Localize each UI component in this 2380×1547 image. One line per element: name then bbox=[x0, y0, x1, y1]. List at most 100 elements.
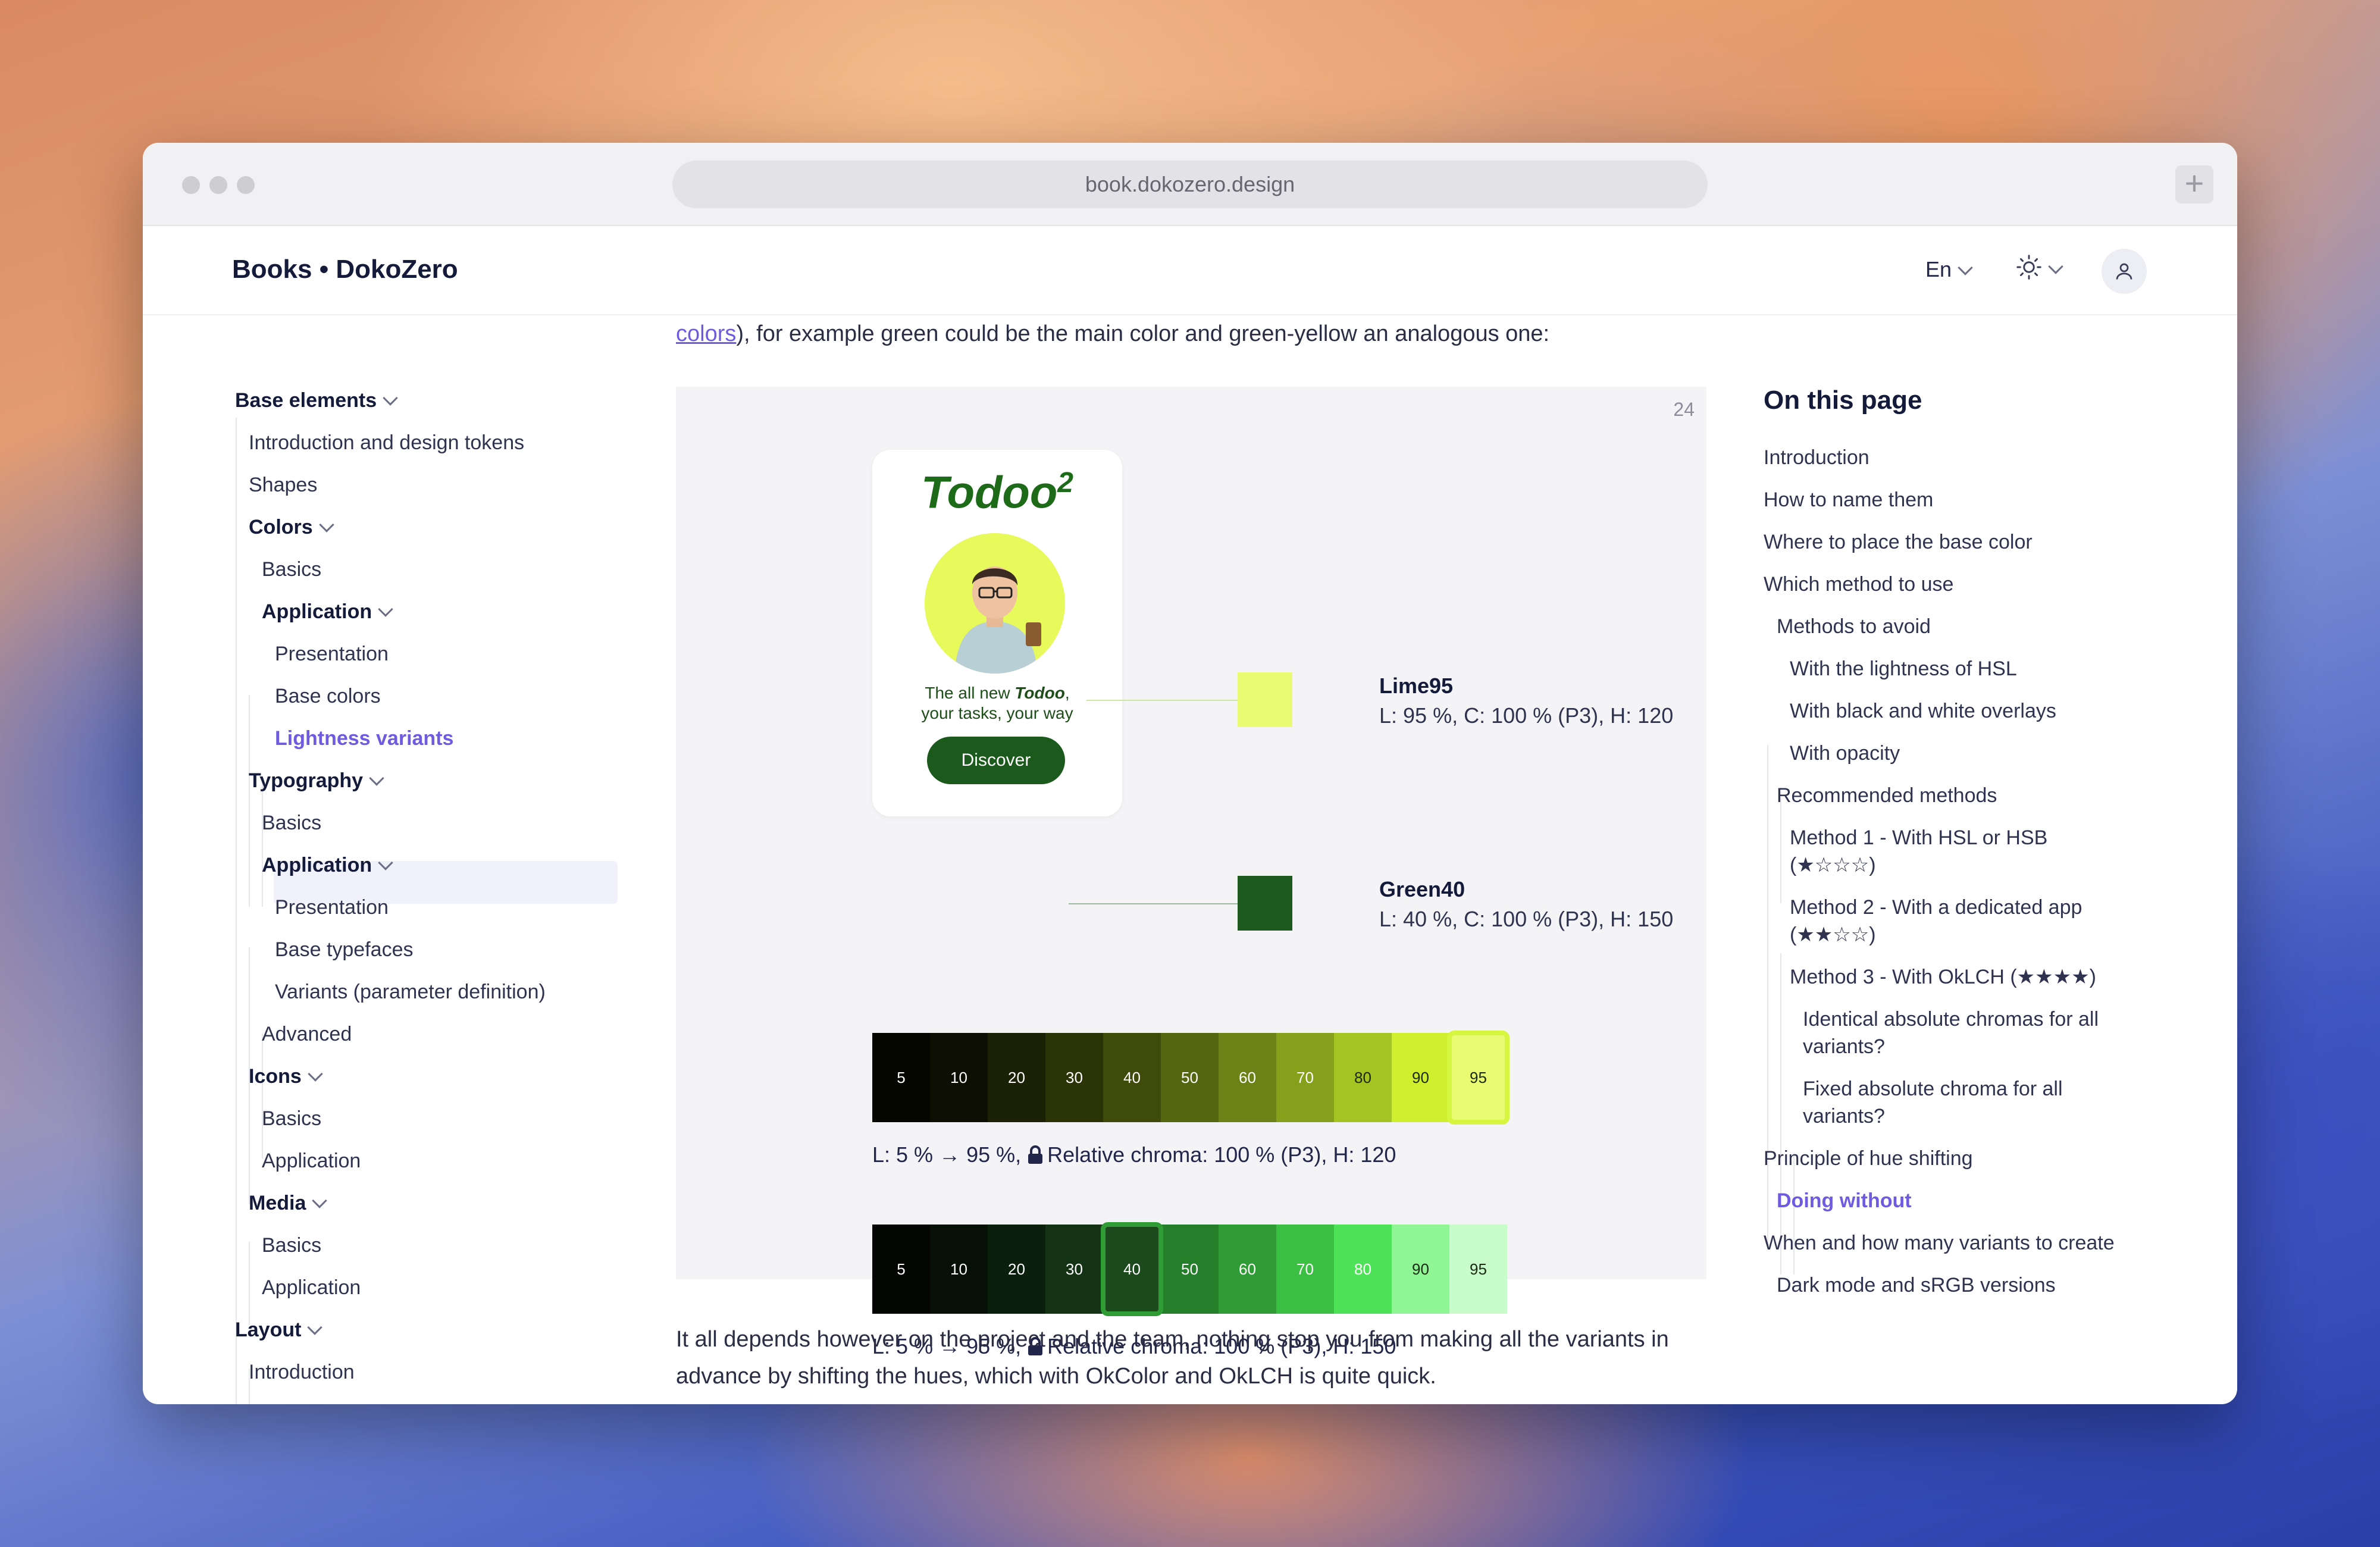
sidebar-item-colors-presentation[interactable]: Presentation bbox=[275, 643, 389, 666]
site-header: Books • DokoZero En bbox=[143, 226, 2237, 315]
sidebar-item-lightness-variants[interactable]: Lightness variants bbox=[275, 727, 453, 750]
sidebar-item-typo-presentation[interactable]: Presentation bbox=[275, 896, 389, 919]
sidebar-item-icons-application[interactable]: Application bbox=[262, 1150, 361, 1173]
app-title-text: Todoo bbox=[920, 467, 1058, 518]
lock-icon bbox=[1028, 1145, 1043, 1164]
scale-step-5: 5 bbox=[872, 1033, 930, 1122]
sidebar-item-shapes[interactable]: Shapes bbox=[249, 474, 317, 497]
sidebar-guide-line bbox=[249, 1242, 250, 1325]
sidebar-item-label: Media bbox=[249, 1192, 306, 1214]
sidebar-item-media-basics[interactable]: Basics bbox=[262, 1234, 321, 1257]
chevron-down-icon bbox=[307, 1320, 323, 1335]
tagline-brand: Todoo bbox=[1014, 684, 1065, 702]
sidebar-item-colors-basics[interactable]: Basics bbox=[262, 558, 321, 581]
sidebar-item-typo-application[interactable]: Application bbox=[262, 854, 393, 877]
intro-text: ), for example green could be the main c… bbox=[736, 321, 1550, 346]
sidebar-item-media[interactable]: Media bbox=[249, 1192, 328, 1215]
sidebar-item-icons-basics[interactable]: Basics bbox=[262, 1107, 321, 1130]
toc-item[interactable]: Method 3 - With OkLCH (★★★★) bbox=[1790, 963, 2096, 991]
toc-item[interactable]: Introduction bbox=[1764, 444, 1869, 471]
scale-step-30: 30 bbox=[1045, 1033, 1103, 1122]
sidebar-item-typo-basics[interactable]: Basics bbox=[262, 812, 321, 835]
sidebar-item-layout[interactable]: Layout bbox=[235, 1319, 323, 1342]
chevron-down-icon bbox=[308, 1066, 323, 1082]
figure-number: 24 bbox=[1673, 399, 1695, 420]
toc-item[interactable]: Principle of hue shifting bbox=[1764, 1145, 1973, 1172]
sidebar-item-icons[interactable]: Icons bbox=[249, 1065, 323, 1088]
window-minimize-button[interactable] bbox=[209, 176, 227, 194]
scale-step-20: 20 bbox=[988, 1225, 1045, 1314]
scale-step-95: 95 bbox=[1447, 1031, 1510, 1125]
chevron-down-icon bbox=[378, 602, 393, 617]
scale-step-95: 95 bbox=[1449, 1225, 1507, 1314]
toc-item[interactable]: Method 1 - With HSL or HSB (★☆☆☆) bbox=[1790, 824, 2123, 879]
discover-button[interactable]: Discover bbox=[927, 737, 1065, 784]
caption-range: L: 5 % → 95 %, bbox=[872, 1142, 1028, 1167]
new-tab-button[interactable]: + bbox=[2175, 165, 2213, 203]
toc-title: On this page bbox=[1764, 386, 1922, 415]
scale-step-5: 5 bbox=[872, 1225, 930, 1314]
site-brand[interactable]: Books • DokoZero bbox=[232, 255, 458, 284]
toc-item[interactable]: How to name them bbox=[1764, 486, 1933, 513]
tagline-part: your tasks, your way bbox=[921, 704, 1073, 722]
sun-icon bbox=[2016, 255, 2041, 280]
scale-step-70: 70 bbox=[1276, 1033, 1334, 1122]
account-button[interactable] bbox=[2102, 249, 2147, 294]
sidebar-item-typo-variants[interactable]: Variants (parameter definition) bbox=[275, 981, 546, 1004]
toc-item[interactable]: Which method to use bbox=[1764, 571, 1953, 598]
scale-step-50: 50 bbox=[1161, 1033, 1219, 1122]
scale-step-90: 90 bbox=[1392, 1033, 1449, 1122]
toc-item[interactable]: Doing without bbox=[1777, 1187, 1912, 1214]
toc-item[interactable]: With the lightness of HSL bbox=[1790, 655, 2017, 682]
sidebar-item-colors[interactable]: Colors bbox=[249, 516, 334, 539]
theme-selector[interactable] bbox=[2016, 252, 2063, 282]
toc-item[interactable]: Method 2 - With a dedicated app (★★☆☆) bbox=[1790, 894, 2123, 948]
toc-item[interactable]: Where to place the base color bbox=[1764, 528, 2033, 556]
sidebar-item-media-application[interactable]: Application bbox=[262, 1276, 361, 1299]
window-zoom-button[interactable] bbox=[237, 176, 255, 194]
user-icon bbox=[2116, 263, 2132, 280]
language-selector[interactable]: En bbox=[1925, 257, 1973, 282]
toc-item[interactable]: Recommended methods bbox=[1777, 782, 1997, 809]
tagline-part: , bbox=[1064, 684, 1070, 702]
toc-item[interactable]: Methods to avoid bbox=[1777, 613, 1931, 640]
toc-item[interactable]: With black and white overlays bbox=[1790, 697, 2056, 725]
sidebar-item-typography[interactable]: Typography bbox=[249, 769, 384, 793]
scale-step-20: 20 bbox=[988, 1033, 1045, 1122]
green-lightness-scale: 5 10 20 30 40 50 60 70 80 90 95 bbox=[872, 1222, 1507, 1316]
app-title: Todoo2 bbox=[872, 466, 1122, 518]
scale-step-60: 60 bbox=[1219, 1033, 1276, 1122]
lime-name: Lime95 bbox=[1379, 674, 1454, 698]
window-close-button[interactable] bbox=[182, 176, 200, 194]
scale-step-60: 60 bbox=[1219, 1225, 1276, 1314]
browser-window: book.dokozero.design + Books • DokoZero … bbox=[143, 143, 2237, 1404]
figure: 24 Todoo2 The all new Todoo, your tasks,… bbox=[676, 387, 1706, 1358]
sidebar-item-typo-advanced[interactable]: Advanced bbox=[262, 1023, 352, 1046]
toc-item[interactable]: With opacity bbox=[1790, 740, 1900, 767]
scale-step-80: 80 bbox=[1334, 1033, 1392, 1122]
sidebar-item-base-elements[interactable]: Base elements bbox=[235, 389, 398, 412]
connector-line bbox=[1069, 903, 1238, 904]
scale-step-80: 80 bbox=[1334, 1225, 1392, 1314]
sidebar-item-label: Application bbox=[262, 854, 372, 876]
connector-line bbox=[1086, 700, 1238, 701]
toc-item[interactable]: Dark mode and sRGB versions bbox=[1777, 1272, 2056, 1299]
browser-chrome: book.dokozero.design + bbox=[143, 143, 2237, 226]
toc-item[interactable]: Identical absolute chromas for all varia… bbox=[1803, 1006, 2136, 1060]
sidebar-item-base-typefaces[interactable]: Base typefaces bbox=[275, 938, 413, 962]
sidebar-item-colors-application[interactable]: Application bbox=[262, 600, 393, 624]
sidebar-item-base-colors[interactable]: Base colors bbox=[275, 685, 381, 708]
toc-item[interactable]: When and how many variants to create bbox=[1764, 1229, 2115, 1257]
sidebar-item-layout-intro[interactable]: Introduction bbox=[249, 1361, 355, 1384]
green-name: Green40 bbox=[1379, 877, 1465, 901]
green-spec: L: 40 %, C: 100 % (P3), H: 150 bbox=[1379, 907, 1674, 931]
lime-scale-caption: L: 5 % → 95 %, Relative chroma: 100 % (P… bbox=[872, 1142, 1396, 1167]
sidebar-item-intro-tokens[interactable]: Introduction and design tokens bbox=[249, 431, 524, 455]
scale-step-70: 70 bbox=[1276, 1225, 1334, 1314]
url-bar[interactable]: book.dokozero.design bbox=[672, 161, 1708, 208]
sidebar-item-label: Colors bbox=[249, 516, 313, 538]
green-swatch bbox=[1238, 876, 1292, 931]
scale-step-30: 30 bbox=[1045, 1225, 1103, 1314]
toc-item[interactable]: Fixed absolute chroma for all variants? bbox=[1803, 1075, 2136, 1130]
colors-link[interactable]: colors bbox=[676, 321, 736, 346]
